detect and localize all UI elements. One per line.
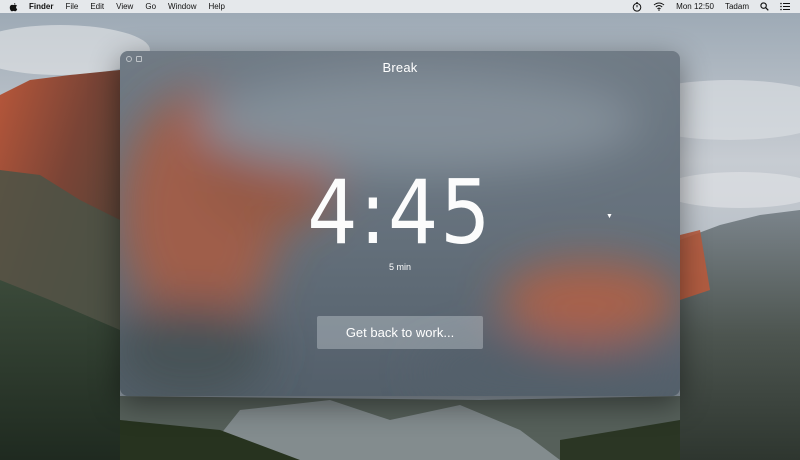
countdown-timer: 4:45 bbox=[120, 163, 680, 263]
menu-help[interactable]: Help bbox=[208, 0, 224, 13]
triangle-down-icon[interactable]: ▼ bbox=[606, 213, 613, 220]
window-title: Break bbox=[382, 60, 418, 75]
timer-icon[interactable] bbox=[632, 1, 642, 12]
menu-app-finder[interactable]: Finder bbox=[29, 0, 53, 13]
break-window: Break 4:45 ▼ 5 min Get back to work... bbox=[120, 51, 680, 396]
menu-bar: Finder File Edit View Go Window Help Mon… bbox=[0, 0, 800, 13]
user-name[interactable]: Tadam bbox=[725, 2, 749, 11]
menu-edit[interactable]: Edit bbox=[90, 0, 104, 13]
break-duration: 5 min bbox=[388, 262, 411, 272]
menu-go[interactable]: Go bbox=[145, 0, 156, 13]
get-back-to-work-button[interactable]: Get back to work... bbox=[317, 316, 483, 349]
list-icon[interactable] bbox=[780, 2, 790, 11]
clock-text[interactable]: Mon 12:50 bbox=[676, 2, 714, 11]
apple-icon[interactable] bbox=[9, 2, 19, 12]
menu-file[interactable]: File bbox=[65, 0, 78, 13]
menu-window[interactable]: Window bbox=[168, 0, 196, 13]
search-icon[interactable] bbox=[760, 2, 769, 11]
menu-view[interactable]: View bbox=[116, 0, 133, 13]
countdown-value: 4:45 bbox=[307, 161, 493, 264]
wifi-icon[interactable] bbox=[653, 2, 665, 11]
